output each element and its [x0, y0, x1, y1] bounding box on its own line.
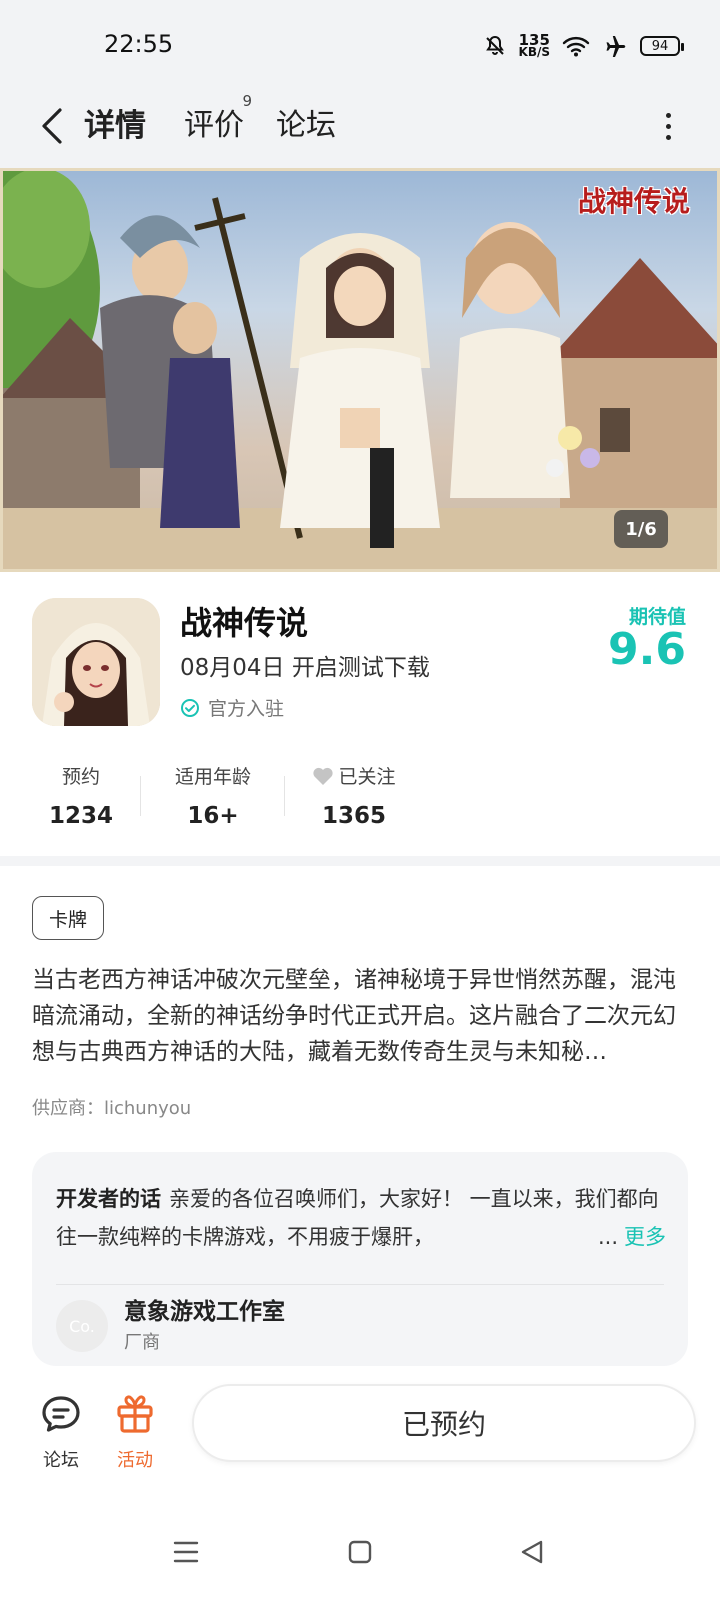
developer-more-link[interactable]: ... 更多: [593, 1218, 666, 1256]
expectation-score: 9.6: [608, 624, 686, 675]
bell-muted-icon: [485, 35, 504, 55]
back-button[interactable]: [32, 98, 72, 154]
tab-review-label: 评价: [184, 108, 244, 143]
banner-artwork: [0, 168, 720, 572]
airplane-icon: [606, 36, 626, 57]
stat-reservations: 预约 1234: [40, 762, 122, 829]
app-release-date: 08月04日 开启测试下载: [180, 655, 430, 681]
studio-role: 厂商: [124, 1332, 160, 1353]
more-dot: [665, 112, 671, 118]
tab-detail[interactable]: 详情: [82, 100, 148, 145]
back-nav-button[interactable]: [512, 1532, 552, 1572]
supplier-info: 供应商：lichunyou: [32, 1098, 192, 1119]
app-icon-artwork: [32, 598, 160, 726]
official-badge: 官方入驻: [180, 694, 284, 721]
developer-message-heading: 开发者的话: [56, 1187, 161, 1211]
wifi-icon: [562, 36, 590, 57]
studio-avatar[interactable]: Co.: [56, 1300, 108, 1352]
bottom-forum-label: 论坛: [43, 1450, 79, 1471]
stat-reservations-label: 预约: [61, 766, 100, 788]
reserved-button[interactable]: 已预约: [192, 1384, 696, 1462]
net-speed: 135 KB/S: [518, 33, 550, 59]
tab-forum-label: 论坛: [276, 108, 336, 143]
stat-reservations-value: 1234: [48, 803, 113, 829]
game-description[interactable]: 当古老西方神话冲破次元壁垒，诸神秘境于异世悄然苏醒，混沌暗流涌动，全新的神话纷争…: [32, 962, 688, 1070]
top-nav-bar: 详情 评价 9 论坛: [0, 88, 720, 168]
battery-icon: 94: [640, 36, 684, 56]
bottom-forum-button[interactable]: 论坛: [26, 1392, 96, 1472]
stat-followers-value: 1365: [321, 803, 386, 829]
app-icon: [32, 598, 160, 726]
gift-icon: [117, 1395, 153, 1433]
tab-forum[interactable]: 论坛: [276, 100, 336, 144]
hamburger-icon: [173, 1541, 199, 1563]
bottom-activity-button[interactable]: 活动: [100, 1392, 170, 1472]
status-bar: 22:55 135 KB/S 94: [0, 0, 720, 88]
screenshot-carousel[interactable]: 战神传说 1/6: [0, 168, 720, 572]
chat-bubble-icon: [42, 1396, 80, 1432]
developer-message: 开发者的话 亲爱的各位召唤师们，大家好！ 一直以来，我们都向往一款纯粹的卡牌游戏，…: [56, 1180, 668, 1256]
chevron-left-icon: [42, 108, 62, 144]
bottom-activity-label: 活动: [117, 1450, 153, 1471]
genre-tag[interactable]: 卡牌: [32, 896, 104, 940]
review-count-badge: 9: [242, 92, 252, 110]
heart-icon: [313, 767, 334, 785]
more-label: 更多: [624, 1225, 666, 1249]
banner-game-logo: 战神传说: [577, 185, 690, 218]
tab-review[interactable]: 评价 9: [184, 92, 252, 144]
more-dot: [665, 134, 671, 140]
menu-button[interactable]: [166, 1532, 206, 1572]
stat-age-value: 16+: [187, 803, 239, 829]
stat-divider: [140, 776, 141, 816]
official-label: 官方入驻: [208, 698, 285, 720]
carousel-counter: 1/6: [614, 510, 668, 548]
triangle-back-icon: [521, 1540, 543, 1564]
status-icons: 135 KB/S 94: [483, 30, 684, 62]
status-time: 22:55: [104, 30, 174, 58]
more-dot: [665, 123, 671, 129]
stat-followers[interactable]: 已关注 1365: [300, 762, 408, 829]
stat-divider: [284, 776, 285, 816]
square-icon: [348, 1540, 372, 1564]
more-menu-button[interactable]: [656, 104, 680, 148]
check-circle-icon: [181, 698, 199, 717]
app-title: 战神传说: [180, 604, 309, 642]
developer-card[interactable]: 开发者的话 亲爱的各位召唤师们，大家好！ 一直以来，我们都向往一款纯粹的卡牌游戏，…: [32, 1152, 688, 1366]
ellipsis: ...: [597, 1225, 618, 1249]
stat-age-label: 适用年龄: [174, 766, 251, 788]
section-divider: [0, 856, 720, 866]
system-navigation-bar: [0, 1506, 720, 1600]
stat-age-rating: 适用年龄 16+: [162, 762, 264, 829]
home-button[interactable]: [340, 1532, 380, 1572]
stat-followers-label: 已关注: [338, 766, 396, 788]
tab-detail-label: 详情: [84, 108, 146, 144]
net-speed-unit: KB/S: [518, 45, 550, 59]
